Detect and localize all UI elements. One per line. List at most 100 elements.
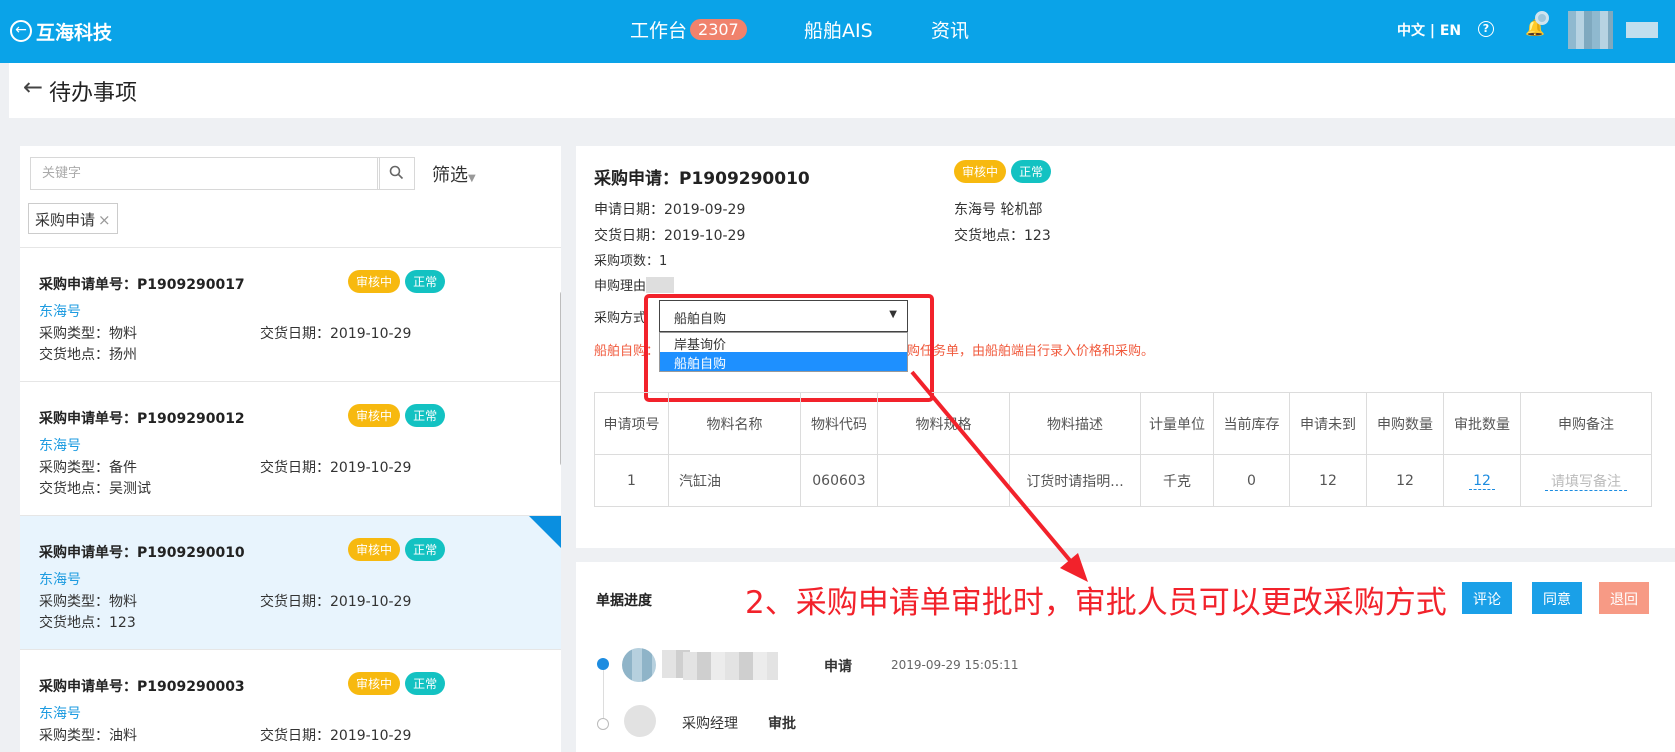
list-item-title: 采购申请单号：P1909290017	[39, 277, 245, 293]
user-name-blurred[interactable]	[1626, 22, 1658, 38]
caret-down-icon: ▼	[468, 173, 476, 184]
priority-badge: 正常	[1011, 160, 1052, 183]
todo-list-panel: 筛选▼ 采购申请× 采购申请单号：P1909290017 审核中 正常 东海号 …	[20, 146, 561, 752]
search-box	[30, 157, 380, 190]
hint-suffix: 购任务单，由船舶端自行录入价格和采购。	[907, 344, 1155, 359]
col-approve-qty: 审批数量	[1443, 392, 1521, 455]
timeline-dot	[597, 718, 609, 730]
search-icon	[389, 165, 403, 180]
delivery-place: 交货地点：吴测试	[39, 481, 151, 497]
purchase-type: 采购类型：物料	[39, 594, 137, 610]
ship-name: 东海号	[39, 438, 81, 454]
avatar-placeholder-icon	[624, 705, 656, 737]
col-pending: 申请未到	[1289, 392, 1367, 455]
notification-dot-icon	[1535, 11, 1549, 25]
timeline-dot-active	[597, 658, 609, 670]
purchase-type: 采购类型：物料	[39, 326, 137, 342]
step-role: 采购经理	[682, 716, 738, 732]
list-item-title: 采购申请单号：P1909290012	[39, 411, 245, 427]
nav-workbench[interactable]: 工作台 2307	[630, 16, 747, 43]
list-item-badges: 审核中 正常	[348, 672, 446, 695]
todo-count-badge: 2307	[690, 19, 747, 40]
nav-news[interactable]: 资讯	[931, 16, 969, 43]
step-time: 2019-09-29 15:05:11	[891, 658, 1019, 672]
status-badge: 审核中	[954, 160, 1007, 183]
status-badge: 审核中	[348, 538, 401, 561]
language-switch[interactable]: 中文 | EN	[1397, 20, 1461, 40]
agree-button[interactable]: 同意	[1532, 582, 1582, 614]
blurred-name	[683, 652, 778, 680]
return-button[interactable]: 退回	[1599, 582, 1649, 614]
filter-tag: 采购申请 ×	[28, 203, 118, 234]
filter-tag-label: 采购申请	[35, 211, 96, 229]
scrollbar[interactable]	[560, 291, 561, 466]
col-request-qty: 申购数量	[1366, 392, 1444, 455]
list-item[interactable]: 采购申请单号：P1909290012 审核中 正常 东海号 采购类型：备件 交货…	[20, 382, 561, 516]
step-action: 审批	[768, 716, 796, 732]
list-item-title: 采购申请单号：P1909290003	[39, 679, 245, 695]
col-stock: 当前库存	[1213, 392, 1290, 455]
col-item-no: 申请项号	[594, 392, 669, 455]
cell-material-name: 汽缸油	[668, 454, 801, 507]
status-badge: 审核中	[348, 270, 401, 293]
cell-approve-qty[interactable]: 12	[1443, 454, 1521, 507]
priority-badge: 正常	[405, 270, 446, 293]
status-badge: 审核中	[348, 672, 401, 695]
ship-name: 东海号	[39, 304, 81, 320]
ship-name: 东海号	[39, 572, 81, 588]
table-header-row: 申请项号 物料名称 物料代码 物料规格 物料描述 计量单位 当前库存 申请未到 …	[594, 392, 1652, 455]
item-count: 采购项数：1	[594, 254, 668, 269]
comment-button[interactable]: 评论	[1462, 582, 1512, 614]
search-input[interactable]	[31, 158, 377, 189]
nav-ship-ais[interactable]: 船舶AIS	[804, 16, 873, 43]
avatar	[622, 648, 656, 682]
delivery-place: 交货地点：扬州	[39, 347, 137, 363]
delivery-date: 交货日期：2019-10-29	[260, 728, 412, 744]
remark-input[interactable]: 请填写备注	[1545, 473, 1627, 491]
col-material-name: 物料名称	[668, 392, 801, 455]
avatar[interactable]	[1568, 11, 1613, 49]
ship-name: 东海号	[39, 706, 81, 722]
list-item-selected[interactable]: 采购申请单号：P1909290010 审核中 正常 东海号 采购类型：物料 交货…	[20, 516, 561, 650]
list-item-badges: 审核中 正常	[348, 270, 446, 293]
back-circle-icon[interactable]: ←	[10, 20, 32, 42]
cell-unit: 千克	[1140, 454, 1214, 507]
cell-remark[interactable]: 请填写备注	[1520, 454, 1652, 507]
col-unit: 计量单位	[1140, 392, 1214, 455]
cell-stock: 0	[1213, 454, 1290, 507]
back-arrow-icon[interactable]: ←	[23, 73, 43, 101]
detail-panel: 采购申请：P1909290010 审核中 正常 申请日期：2019-09-29 …	[576, 146, 1675, 548]
delivery-place: 交货地点：123	[954, 228, 1051, 244]
purchase-type: 采购类型：油料	[39, 728, 137, 744]
close-icon[interactable]: ×	[98, 211, 111, 229]
cell-item-no: 1	[594, 454, 669, 507]
approve-qty-input[interactable]: 12	[1469, 472, 1495, 490]
filter-label: 筛选	[432, 165, 468, 186]
priority-badge: 正常	[405, 538, 446, 561]
nav-workbench-label: 工作台	[630, 20, 688, 42]
ship-department: 东海号 轮机部	[954, 202, 1043, 218]
cell-material-code: 060603	[800, 454, 878, 507]
delivery-date: 交货日期：2019-10-29	[260, 326, 412, 342]
list-item[interactable]: 采购申请单号：P1909290017 审核中 正常 东海号 采购类型：物料 交货…	[20, 248, 561, 382]
page-header: ← 待办事项	[9, 63, 1675, 118]
list-item[interactable]: 采购申请单号：P1909290003 审核中 正常 东海号 采购类型：油料 交货…	[20, 650, 561, 752]
cell-material-spec	[877, 454, 1010, 507]
help-icon[interactable]: ?	[1478, 21, 1494, 37]
cell-pending: 12	[1289, 454, 1367, 507]
top-bar: ← 互海科技 工作台 2307 船舶AIS 资讯 中文 | EN ? 🔔	[0, 0, 1675, 63]
apply-date: 申请日期：2019-09-29	[594, 202, 746, 218]
col-material-code: 物料代码	[800, 392, 878, 455]
page-title: 待办事项	[49, 81, 138, 106]
filter-button[interactable]: 筛选▼	[432, 161, 476, 187]
blurred-value	[646, 277, 675, 293]
cell-request-qty: 12	[1366, 454, 1444, 507]
col-material-spec: 物料规格	[877, 392, 1010, 455]
priority-badge: 正常	[405, 672, 446, 695]
delivery-place: 交货地点：123	[39, 615, 136, 631]
items-table: 申请项号 物料名称 物料代码 物料规格 物料描述 计量单位 当前库存 申请未到 …	[594, 392, 1652, 507]
brand-name: 互海科技	[36, 22, 113, 44]
step-action: 申请	[824, 659, 852, 675]
search-button[interactable]	[377, 157, 415, 190]
selected-corner-marker	[529, 516, 561, 548]
